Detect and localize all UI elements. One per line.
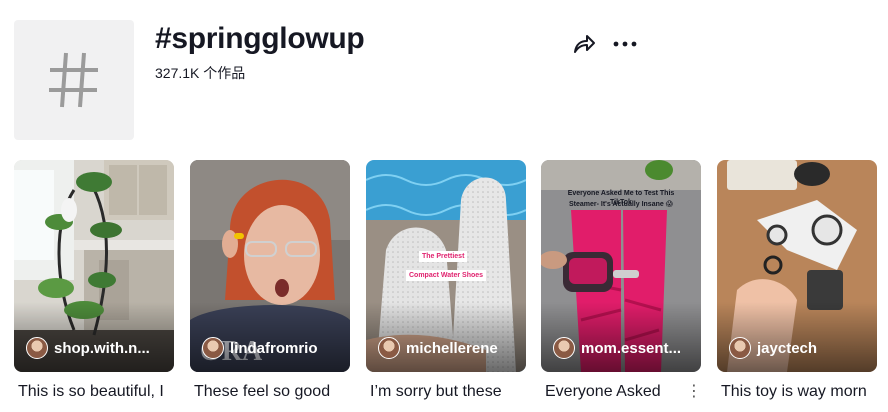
overlay-text-line-1: The Prettiest <box>419 251 468 262</box>
video-count: 327.1K 个作品 <box>155 65 246 81</box>
author-name: mom.essent... <box>581 339 682 357</box>
avatar <box>553 337 575 359</box>
video-card-5[interactable]: jayctech <box>717 160 877 372</box>
hashtag-avatar <box>14 20 134 140</box>
video-caption-4[interactable]: Everyone Asked <box>545 382 680 402</box>
avatar <box>378 337 400 359</box>
video-card-1[interactable]: shop.with.n... <box>14 160 174 372</box>
video-card-2[interactable]: ORA lindafromrio <box>190 160 350 372</box>
overlay-text-line-2: Compact Water Shoes <box>406 270 487 281</box>
more-horizontal-icon <box>613 41 637 47</box>
share-button[interactable] <box>571 31 597 57</box>
video-card-4[interactable]: Everyone Asked Me to Test This TikTok St… <box>541 160 701 372</box>
hashtag-icon <box>49 52 98 108</box>
kebab-menu-icon[interactable]: ⋮ <box>686 381 702 401</box>
overlay-text-line-2: Steamer- It's Actually Insane 😱 <box>568 201 673 208</box>
video-caption-5[interactable]: This toy is way morn <box>721 382 876 402</box>
share-icon <box>574 35 595 53</box>
video-caption-3[interactable]: I’m sorry but these <box>370 382 530 402</box>
video-card-3[interactable]: The Prettiest Compact Water Shoes michel… <box>366 160 526 372</box>
author-name: michellerene <box>406 339 498 357</box>
video-caption-2[interactable]: These feel so good <box>194 382 354 402</box>
author-name: lindafromrio <box>230 339 318 357</box>
video-caption-1[interactable]: This is so beautiful, I <box>18 382 178 402</box>
author-tag[interactable]: michellerene <box>378 337 498 359</box>
author-tag[interactable]: mom.essent... <box>553 337 681 359</box>
avatar <box>729 337 751 359</box>
author-tag[interactable]: lindafromrio <box>202 337 318 359</box>
author-tag[interactable]: shop.with.n... <box>26 337 150 359</box>
author-name: shop.with.n... <box>54 339 150 357</box>
author-tag[interactable]: jayctech <box>729 337 817 359</box>
avatar <box>26 337 48 359</box>
author-name: jayctech <box>757 339 818 357</box>
page-title: #springglowup <box>155 22 365 55</box>
more-options-button[interactable] <box>611 31 639 57</box>
avatar <box>202 337 224 359</box>
